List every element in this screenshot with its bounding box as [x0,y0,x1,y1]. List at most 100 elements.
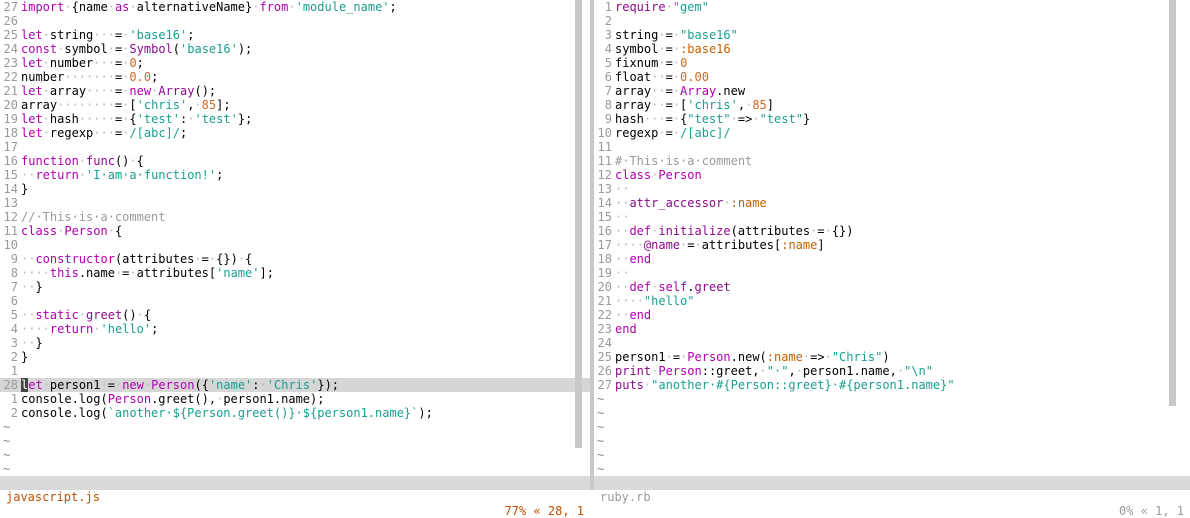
right-editor-pane[interactable]: 1 require·"gem" 2 3 string·=·"base16" 4 symbol… [594,0,1190,476]
code-text[interactable]: } [18,350,28,364]
code-line[interactable]: 3 string·=·"base16" [594,28,1190,42]
code-line[interactable]: 6 [0,294,590,308]
code-text[interactable]: ····return·'hello'; [18,322,158,336]
code-line[interactable]: 27 import·{name·as·alternativeName}·from·… [0,0,590,14]
code-line[interactable]: 4 symbol·=·:base16 [594,42,1190,56]
code-text[interactable]: ··} [18,336,43,350]
code-text[interactable]: fixnum·=·0 [612,56,687,70]
code-text[interactable]: ··end [612,252,651,266]
code-line[interactable]: 9 ··constructor(attributes·=·{})·{ [0,252,590,266]
code-line[interactable]: 26 [0,14,590,28]
code-line[interactable]: 11 #·This·is·a·comment [594,154,1190,168]
code-line[interactable]: 8 ····this.name·=·attributes['name']; [0,266,590,280]
code-line[interactable]: 11 [594,140,1190,154]
code-line[interactable]: 18 let·regexp···=·/[abc]/; [0,126,590,140]
code-text[interactable]: const·symbol·=·Symbol('base16'); [18,42,252,56]
code-text[interactable]: number·······=·0.0; [18,70,158,84]
code-line[interactable]: 15 ··return·'I·am·a·function!'; [0,168,590,182]
code-line[interactable]: 16 function·func()·{ [0,154,590,168]
code-text[interactable]: let·number···=·0; [18,56,144,70]
code-text[interactable]: person1·=·Person.new(:name·=>·"Chris") [612,350,890,364]
code-text[interactable]: symbol·=·:base16 [612,42,731,56]
code-text[interactable]: ·· [612,182,629,196]
code-text[interactable]: ····this.name·=·attributes['name']; [18,266,274,280]
code-text[interactable]: regexp·=·/[abc]/ [612,126,731,140]
code-text[interactable]: float··=·0.00 [612,70,709,84]
code-line[interactable]: 27 puts·"another·#{Person::greet}·#{perso… [594,378,1190,392]
code-text[interactable]: string·=·"base16" [612,28,738,42]
code-line[interactable]: 22 number·······=·0.0; [0,70,590,84]
code-text[interactable]: require·"gem" [612,0,709,14]
code-line[interactable]: 13 ·· [594,182,1190,196]
code-line[interactable]: 6 float··=·0.00 [594,70,1190,84]
code-line[interactable]: 4 ····return·'hello'; [0,322,590,336]
code-line[interactable]: 15 ·· [594,210,1190,224]
code-text[interactable]: ··return·'I·am·a·function!'; [18,168,223,182]
code-line[interactable]: 18 ··end [594,252,1190,266]
code-text[interactable]: let·array····=·new·Array(); [18,84,216,98]
left-editor-pane[interactable]: 27 import·{name·as·alternativeName}·from·… [0,0,590,476]
code-line[interactable]: 16 ··def·initialize(attributes·=·{}) [594,224,1190,238]
code-text[interactable]: let·hash·····=·{'test':·'test'}; [18,112,252,126]
code-line[interactable]: 7 ··} [0,280,590,294]
code-line[interactable]: 19 let·hash·····=·{'test':·'test'}; [0,112,590,126]
code-text[interactable]: #·This·is·a·comment [612,154,752,168]
code-line[interactable]: 26 print·Person::greet,·"·",·person1.name… [594,364,1190,378]
code-text[interactable]: console.log(`another·${Person.greet()}·$… [18,406,433,420]
code-line[interactable]: 2} [0,350,590,364]
code-line[interactable]: 1 require·"gem" [594,0,1190,14]
code-line[interactable]: 24 [594,336,1190,350]
code-line[interactable]: 13 [0,196,590,210]
code-text[interactable]: ··constructor(attributes·=·{})·{ [18,252,252,266]
code-line[interactable]: 23 end [594,322,1190,336]
code-line[interactable]: 20 array········=·['chris',·85]; [0,98,590,112]
code-text[interactable]: ··attr_accessor·:name [612,196,767,210]
code-text[interactable]: let·person1·=·new·Person({'name':·'Chris… [18,378,339,392]
code-text[interactable]: ··def·self.greet [612,280,731,294]
code-text[interactable]: ····"hello" [612,294,694,308]
code-line[interactable]: 17 ····@name·=·attributes[:name] [594,238,1190,252]
code-text[interactable]: function·func()·{ [18,154,144,168]
code-text[interactable]: ····@name·=·attributes[:name] [612,238,825,252]
code-text[interactable]: ··static·greet()·{ [18,308,151,322]
code-line[interactable]: 10 regexp·=·/[abc]/ [594,126,1190,140]
code-line[interactable]: 10 [0,238,590,252]
code-line[interactable]: 22 ··end [594,308,1190,322]
code-line[interactable]: 9 hash···=·{"test"·=>·"test"} [594,112,1190,126]
code-line[interactable]: 19 ·· [594,266,1190,280]
code-text[interactable]: ··} [18,280,43,294]
code-text[interactable]: import·{name·as·alternativeName}·from·'m… [18,0,397,14]
code-line[interactable]: 2 console.log(`another·${Person.greet()}·… [0,406,590,420]
code-text[interactable]: hash···=·{"test"·=>·"test"} [612,112,810,126]
code-line[interactable]: 25 person1·=·Person.new(:name·=>·"Chris") [594,350,1190,364]
code-text[interactable]: array··=·Array.new [612,84,745,98]
code-line[interactable]: 28 let·person1·=·new·Person({'name':·'Chr… [0,378,590,392]
code-line[interactable]: 24 const·symbol·=·Symbol('base16'); [0,42,590,56]
code-line[interactable]: 14} [0,182,590,196]
code-line[interactable]: 21 let·array····=·new·Array(); [0,84,590,98]
code-text[interactable]: print·Person::greet,·"·",·person1.name,·… [612,364,933,378]
code-text[interactable]: //·This·is·a·comment [18,210,166,224]
code-line[interactable]: 23 let·number···=·0; [0,56,590,70]
code-text[interactable]: ··end [612,308,651,322]
right-scrollbar[interactable] [1169,0,1176,406]
code-text[interactable]: array········=·['chris',·85]; [18,98,231,112]
code-text[interactable]: } [18,182,28,196]
code-text[interactable]: let·string···=·'base16'; [18,28,194,42]
left-scrollbar[interactable] [575,0,582,448]
code-text[interactable]: class·Person·{ [18,224,122,238]
code-text[interactable]: ··def·initialize(attributes·=·{}) [612,224,854,238]
code-line[interactable]: 3 ··} [0,336,590,350]
code-line[interactable]: 1 [0,364,590,378]
code-text[interactable]: class·Person [612,168,702,182]
code-line[interactable]: 12//·This·is·a·comment [0,210,590,224]
code-line[interactable]: 12 class·Person [594,168,1190,182]
code-text[interactable]: ·· [612,266,629,280]
code-text[interactable]: console.log(Person.greet(),·person1.name… [18,392,324,406]
code-text[interactable]: puts·"another·#{Person::greet}·#{person1… [612,378,955,392]
code-text[interactable]: let·regexp···=·/[abc]/; [18,126,187,140]
code-text[interactable]: array··=·['chris',·85] [612,98,774,112]
code-line[interactable]: 5 fixnum·=·0 [594,56,1190,70]
code-line[interactable]: 14 ··attr_accessor·:name [594,196,1190,210]
code-line[interactable]: 25 let·string···=·'base16'; [0,28,590,42]
